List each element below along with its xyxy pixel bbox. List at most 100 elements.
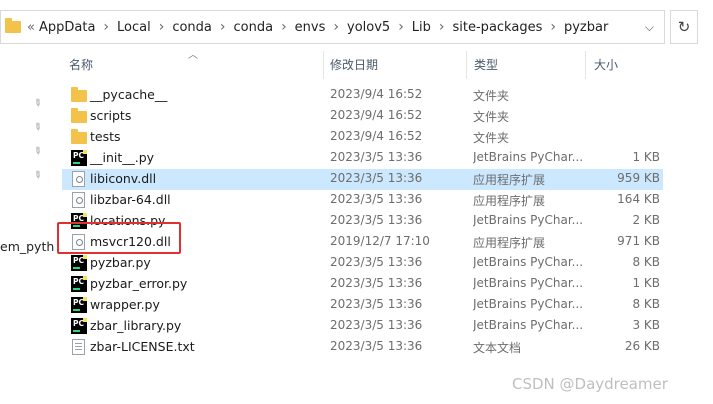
file-row[interactable]: scripts 2023/9/4 16:52 文件夹 [62,106,663,127]
file-size: 8 KB [632,297,660,311]
chevron-right-icon[interactable]: › [159,19,165,35]
file-type: 文本文档 [473,341,522,355]
column-header-type[interactable]: 类型 [474,56,498,76]
file-row[interactable]: PC pyzbar.py 2023/3/5 13:36 JetBrains Py… [62,253,663,274]
chevron-right-icon[interactable]: › [333,19,339,35]
file-date: 2023/3/5 13:36 [330,276,423,290]
chevron-right-icon[interactable]: › [281,19,287,35]
file-row[interactable]: PC __init__.py 2023/3/5 13:36 JetBrains … [62,148,663,169]
file-size: 26 KB [624,339,660,353]
column-divider[interactable] [466,51,467,79]
pycharm-file-icon: PC [71,150,87,166]
breadcrumb-item-local[interactable]: Local [117,20,151,35]
file-type: JetBrains PyChar... [473,213,583,227]
column-header-name[interactable]: 名称 [69,56,93,76]
refresh-button[interactable]: ↻ [670,10,698,44]
file-name: pyzbar.py [90,255,151,270]
file-row[interactable]: tests 2023/9/4 16:52 文件夹 [62,127,663,148]
address-bar[interactable]: « AppData › Local › conda › conda › envs… [0,10,665,44]
file-row[interactable]: libzbar-64.dll 2023/3/5 13:36 应用程序扩展 164… [62,190,663,211]
file-name: libzbar-64.dll [90,192,171,207]
file-date: 2023/9/4 16:52 [330,87,423,101]
sort-ascending-icon: ︿ [188,50,198,61]
pycharm-file-icon: PC [71,318,87,334]
file-row[interactable]: zbar-LICENSE.txt 2023/3/5 13:36 文本文档 26 … [62,337,663,358]
column-header-date[interactable]: 修改日期 [330,56,378,76]
chevron-right-icon[interactable]: › [220,19,226,35]
file-row[interactable]: PC wrapper.py 2023/3/5 13:36 JetBrains P… [62,295,663,316]
refresh-icon: ↻ [677,18,691,36]
breadcrumb-item-conda[interactable]: conda [172,20,212,35]
file-size: 8 KB [632,255,660,269]
breadcrumb-item-conda-2[interactable]: conda [234,20,274,35]
file-type: JetBrains PyChar... [473,255,583,269]
file-date: 2023/3/5 13:36 [330,171,423,185]
file-name: zbar_library.py [90,318,182,333]
nav-item-partial[interactable]: em_pyth [0,239,54,254]
dll-file-icon [72,192,85,208]
file-type: 文件夹 [473,110,510,124]
file-size: 164 KB [617,192,660,206]
file-size: 3 KB [632,318,660,332]
chevron-right-icon[interactable]: › [103,19,109,35]
file-type: 文件夹 [473,131,510,145]
chevron-down-icon[interactable]: ⌵ [645,20,654,35]
folder-icon [5,18,21,33]
file-type: 应用程序扩展 [473,194,546,208]
breadcrumb-item-site-packages[interactable]: site-packages [453,20,543,35]
folder-icon [71,129,87,144]
breadcrumb-item-lib[interactable]: Lib [412,20,431,35]
file-row[interactable]: PC pyzbar_error.py 2023/3/5 13:36 JetBra… [62,274,663,295]
file-name: __init__.py [90,150,155,165]
file-size: 971 KB [617,234,660,248]
breadcrumb-item-envs[interactable]: envs [295,20,326,35]
file-date: 2023/9/4 16:52 [330,108,423,122]
file-name: scripts [90,108,132,123]
file-date: 2023/3/5 13:36 [330,150,423,164]
file-row-selected[interactable]: libiconv.dll 2023/3/5 13:36 应用程序扩展 959 K… [62,169,663,190]
file-size: 1 KB [632,150,660,164]
file-date: 2019/12/7 17:10 [330,234,430,248]
file-name: tests [90,129,121,144]
file-type: 应用程序扩展 [473,173,546,187]
column-header-size[interactable]: 大小 [594,56,618,76]
file-date: 2023/3/5 13:36 [330,213,423,227]
column-divider[interactable] [585,51,586,79]
file-size: 1 KB [632,276,660,290]
breadcrumb-item-pyzbar[interactable]: pyzbar [564,20,608,35]
file-row[interactable]: PC zbar_library.py 2023/3/5 13:36 JetBra… [62,316,663,337]
file-type: JetBrains PyChar... [473,297,583,311]
chevron-right-icon[interactable]: › [439,19,445,35]
breadcrumb-item-yolov5[interactable]: yolov5 [347,20,390,35]
file-type: 应用程序扩展 [473,236,546,250]
file-size: 2 KB [632,213,660,227]
file-date: 2023/3/5 13:36 [330,192,423,206]
file-name: libiconv.dll [90,171,157,186]
file-row[interactable]: __pycache__ 2023/9/4 16:52 文件夹 [62,85,663,106]
chevron-right-icon[interactable]: › [550,19,556,35]
pin-icon[interactable]: ✎ [30,97,43,111]
file-type: JetBrains PyChar... [473,150,583,164]
file-type: JetBrains PyChar... [473,318,583,332]
file-type: JetBrains PyChar... [473,276,583,290]
breadcrumb: « AppData › Local › conda › conda › envs… [27,19,608,35]
pin-icon[interactable]: ✎ [30,169,43,183]
column-divider[interactable] [323,51,324,79]
file-name: pyzbar_error.py [90,276,188,291]
file-name: zbar-LICENSE.txt [90,339,195,354]
pycharm-file-icon: PC [71,276,87,292]
pin-icon[interactable]: ✎ [30,121,43,135]
dll-file-icon [72,171,85,187]
folder-icon [71,108,87,123]
file-size: 959 KB [617,171,660,185]
breadcrumb-item-appdata[interactable]: AppData [39,20,95,35]
annotation-highlight-box [57,222,181,254]
file-date: 2023/3/5 13:36 [330,339,423,353]
folder-icon [71,87,87,102]
pin-icon[interactable]: ✎ [30,145,43,159]
chevron-right-icon[interactable]: › [398,19,404,35]
watermark: CSDN @Daydreamer [512,375,668,393]
file-type: 文件夹 [473,89,510,103]
pycharm-file-icon: PC [71,297,87,313]
breadcrumb-overflow[interactable]: « [27,20,35,35]
